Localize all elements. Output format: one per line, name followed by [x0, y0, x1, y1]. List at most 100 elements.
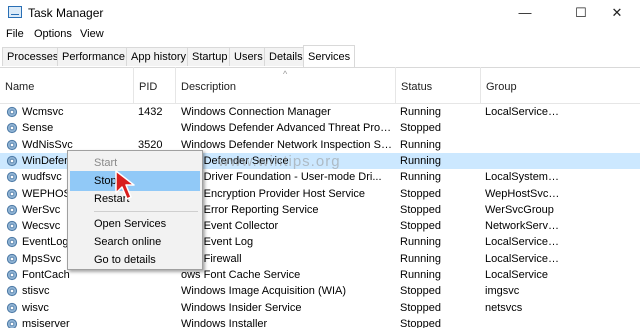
menu-options[interactable]: Options: [34, 28, 72, 40]
menu-view[interactable]: View: [80, 28, 104, 40]
cell-status: Running: [400, 106, 441, 118]
cell-description: Windows Installer: [181, 317, 268, 328]
cell-status: Running: [400, 154, 441, 167]
cell-description: Windows Connection Manager: [181, 106, 331, 118]
cell-description: Windows Defender Advanced Threat Protect…: [181, 122, 393, 135]
cell-group: [485, 138, 561, 152]
tab-users[interactable]: Users: [229, 47, 268, 66]
cell-status: Running: [400, 171, 441, 184]
cell-status: Stopped: [400, 285, 441, 298]
cell-pid: [138, 317, 174, 328]
context-separator: [94, 211, 198, 212]
tab-app-history[interactable]: App history: [126, 47, 192, 66]
cell-status: Stopped: [400, 301, 441, 314]
cell-description: ows Event Log: [181, 236, 254, 249]
table-row[interactable]: msiserver Windows Installer Stopped: [0, 316, 640, 328]
service-gear-icon: [6, 172, 18, 183]
service-gear-icon: [6, 253, 18, 264]
cell-group: imgsvc: [485, 285, 520, 298]
cell-name: wisvc: [22, 301, 49, 314]
column-header-pid[interactable]: PID: [134, 67, 176, 103]
cell-pid: [138, 301, 174, 315]
cell-name: Sense: [22, 122, 54, 135]
table-row[interactable]: Wcmsvc 1432 Windows Connection Manager Runn…: [0, 104, 640, 120]
minimize-button[interactable]: —: [502, 0, 548, 26]
context-item-open-services[interactable]: Open Services: [70, 214, 200, 234]
cell-description: ows Event Collector: [181, 220, 279, 233]
close-button[interactable]: ✕: [594, 0, 640, 26]
table-row[interactable]: stisvc Windows Image Acquisition (WIA) Sto…: [0, 283, 640, 299]
service-gear-icon: [6, 302, 18, 313]
service-gear-icon: [6, 237, 18, 248]
window-title: Task Manager: [28, 6, 104, 20]
cell-group: LocalSystemN...: [485, 171, 561, 184]
cell-group: LocalServiceN...: [485, 252, 561, 265]
cell-status: Running: [400, 236, 441, 249]
tab-details[interactable]: Details: [264, 47, 308, 66]
tab-performance[interactable]: Performance: [57, 47, 130, 66]
tab-services[interactable]: Services: [303, 45, 356, 67]
cell-group: WerSvcGroup: [485, 203, 554, 216]
cell-description: Windows Image Acquisition (WIA): [181, 285, 347, 298]
cell-pid: [138, 284, 174, 298]
cell-group: netsvcs: [485, 301, 523, 314]
service-gear-icon: [6, 106, 18, 118]
tab-strip: Processes Performance App history Startu…: [0, 45, 640, 68]
service-gear-icon: [6, 155, 18, 166]
cell-group: LocalServiceN...: [485, 106, 561, 118]
cell-description: ows Encryption Provider Host Service: [181, 187, 366, 200]
cell-description: ows Driver Foundation - User-mode Dri...: [181, 171, 382, 184]
cell-status: Stopped: [400, 317, 441, 328]
service-gear-icon: [6, 269, 18, 281]
table-row[interactable]: wisvc Windows Insider Service Stopped netsv…: [0, 300, 640, 316]
column-header-status[interactable]: Status: [396, 67, 481, 103]
cell-group: NetworkService: [485, 220, 561, 233]
column-header-description[interactable]: Description: [176, 67, 396, 103]
cell-description: Windows Defender Network Inspection Serv…: [181, 138, 393, 151]
tab-processes[interactable]: Processes: [2, 47, 64, 66]
watermark: www.wintips.org: [218, 153, 341, 170]
cell-description: Windows Insider Service: [181, 301, 302, 314]
cell-group: LocalService: [485, 269, 548, 281]
service-gear-icon: [6, 123, 18, 134]
cell-pid: [138, 121, 174, 135]
menu-bar: File Options View: [0, 26, 640, 45]
cell-group: LocalServiceN...: [485, 236, 561, 249]
cell-pid: [138, 268, 174, 282]
service-gear-icon: [6, 220, 18, 232]
cell-status: Running: [400, 138, 441, 151]
cell-status: Stopped: [400, 220, 441, 233]
cell-group: [485, 317, 561, 328]
cell-name: Wcmsvc: [22, 106, 64, 118]
menu-file[interactable]: File: [6, 28, 24, 40]
table-row[interactable]: Sense Windows Defender Advanced Threat Pr…: [0, 120, 640, 136]
cell-name: stisvc: [22, 285, 50, 298]
column-header-group[interactable]: Group: [481, 67, 640, 103]
cell-name: FontCach: [22, 269, 70, 281]
table-header: ^ Name PID Description Status Group: [0, 67, 640, 104]
cell-status: Running: [400, 269, 441, 281]
cell-group: WepHostSvcG...: [485, 187, 561, 200]
cell-status: Stopped: [400, 203, 441, 216]
cell-name: msiserver: [22, 317, 70, 328]
column-header-name[interactable]: Name: [0, 67, 134, 103]
context-item-search-online[interactable]: Search online: [70, 232, 200, 252]
cell-group: [485, 154, 561, 168]
cell-description: ows Error Reporting Service: [181, 203, 319, 216]
service-gear-icon: [6, 204, 18, 215]
service-gear-icon: [6, 318, 18, 328]
tab-startup[interactable]: Startup: [187, 47, 233, 66]
title-bar: Task Manager — ☐ ✕: [0, 0, 640, 26]
cell-status: Running: [400, 252, 441, 265]
service-gear-icon: [6, 188, 18, 199]
service-gear-icon: [6, 139, 18, 150]
task-manager-icon: [8, 6, 22, 18]
context-item-go-to-details[interactable]: Go to details: [70, 250, 200, 270]
cell-status: Stopped: [400, 122, 441, 135]
cell-status: Stopped: [400, 187, 441, 200]
cell-description: ows Font Cache Service: [181, 269, 301, 281]
pointer-arrow-icon: [115, 170, 135, 200]
cell-description: ows Firewall: [181, 252, 242, 265]
service-gear-icon: [6, 286, 18, 297]
cell-pid: 1432: [138, 106, 163, 118]
